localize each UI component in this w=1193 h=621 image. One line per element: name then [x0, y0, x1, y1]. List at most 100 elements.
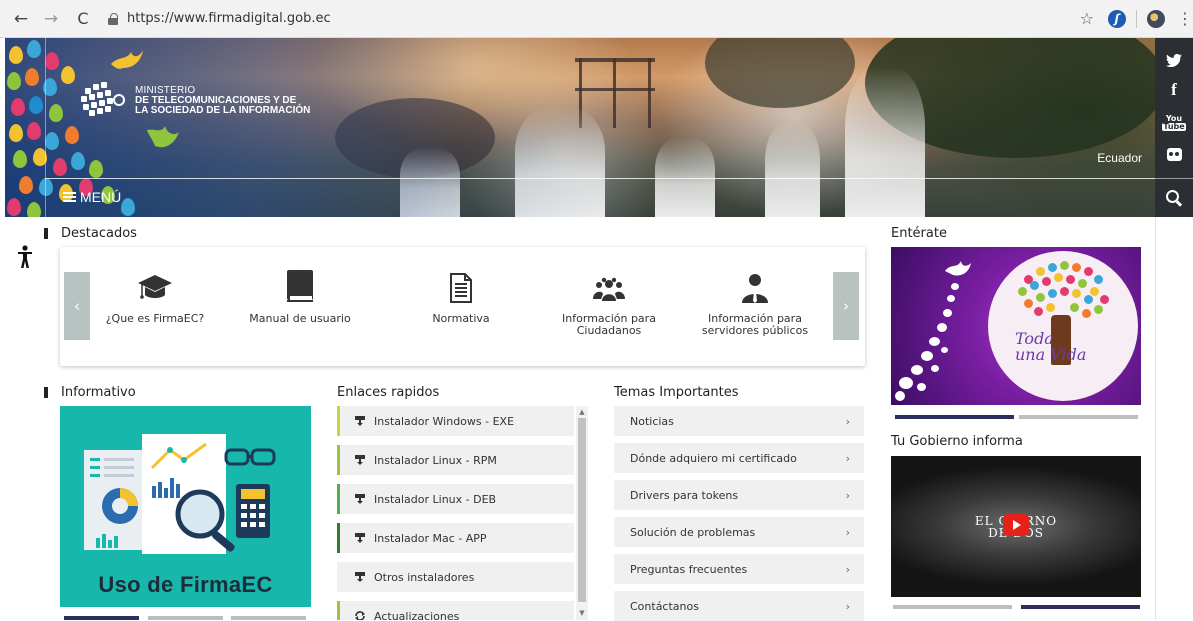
- temas-heading: Temas Importantes: [614, 385, 738, 400]
- chevron-right-icon: ›: [845, 488, 850, 502]
- topic-solucion-problemas[interactable]: Solución de problemas ›: [614, 517, 864, 547]
- link-instalador-linux-rpm[interactable]: Instalador Linux - RPM: [337, 445, 574, 475]
- chevron-right-icon: ›: [845, 562, 850, 576]
- scroll-thumb[interactable]: [578, 418, 586, 602]
- twitter-button[interactable]: [1155, 45, 1193, 75]
- enterate-title: Entérate: [891, 226, 947, 241]
- destacados-heading: Destacados: [44, 226, 137, 241]
- scroll-up-icon[interactable]: ▲: [576, 407, 588, 417]
- link-instalador-linux-deb[interactable]: Instalador Linux - DEB: [337, 484, 574, 514]
- download-icon: [355, 533, 365, 543]
- green-bird-icon: [147, 126, 179, 148]
- extension-icon[interactable]: ʃ: [1108, 9, 1126, 28]
- facebook-icon: f: [1171, 80, 1177, 99]
- flickr-icon: [1166, 147, 1182, 161]
- destacado-label: Información para servidores públicos: [701, 312, 809, 337]
- chevron-right-icon: ›: [845, 525, 850, 539]
- download-icon: [355, 416, 365, 426]
- book-icon: [287, 270, 313, 302]
- flickr-button[interactable]: [1155, 139, 1193, 169]
- topic-label: Contáctanos: [630, 599, 699, 613]
- hero-divider-horizontal: [45, 178, 1155, 179]
- topic-label: Preguntas frecuentes: [630, 562, 748, 576]
- topic-noticias[interactable]: Noticias ›: [614, 406, 864, 436]
- search-button[interactable]: [1155, 183, 1193, 213]
- link-instalador-mac[interactable]: Instalador Mac - APP: [337, 523, 574, 553]
- youtube-button[interactable]: You Tube: [1155, 108, 1193, 138]
- arrow-left-icon: ←: [13, 8, 29, 29]
- infographic-illustration: [84, 434, 276, 554]
- download-icon: [355, 572, 365, 582]
- toda-una-vida-text: Toda una Vida: [1015, 329, 1087, 364]
- enterate-heading: Entérate: [891, 226, 947, 241]
- ministry-logo[interactable]: MINISTERIO DE TELECOMUNICACIONES Y DE LA…: [79, 80, 310, 122]
- link-actualizaciones[interactable]: Actualizaciones: [337, 601, 574, 620]
- hamburger-icon: [63, 192, 76, 202]
- gobierno-video[interactable]: EL GO RNO DE DOS: [891, 456, 1141, 597]
- country-label: Ecuador: [1097, 151, 1142, 165]
- chevron-left-icon: ‹: [74, 297, 80, 315]
- chevron-right-icon: ›: [845, 451, 850, 465]
- address-bar[interactable]: https://www.firmadigital.gob.ec: [108, 5, 1080, 33]
- logo-line-3: LA SOCIEDAD DE LA INFORMACIÓN: [135, 105, 311, 116]
- destacado-info-ciudadanos[interactable]: Información para Ciudadanos: [544, 269, 674, 337]
- facebook-button[interactable]: f: [1155, 75, 1193, 105]
- carousel-next-button[interactable]: ›: [833, 272, 859, 340]
- carousel-prev-button[interactable]: ‹: [64, 272, 90, 340]
- search-icon: [1166, 190, 1182, 206]
- lock-icon: [108, 12, 118, 25]
- scroll-down-icon[interactable]: ▼: [576, 608, 588, 618]
- gobierno-heading: Tu Gobierno informa: [891, 434, 1023, 449]
- gobierno-indicator-1[interactable]: [893, 605, 1012, 609]
- link-otros-instaladores[interactable]: Otros instaladores: [337, 562, 574, 592]
- informativo-slide-indicator-3[interactable]: [231, 616, 306, 620]
- link-instalador-windows[interactable]: Instalador Windows - EXE: [337, 406, 574, 436]
- destacado-label: Información para Ciudadanos: [562, 312, 656, 337]
- link-label: Instalador Mac - APP: [374, 531, 487, 545]
- bookmark-star-icon[interactable]: ☆: [1080, 9, 1094, 28]
- destacado-label: Normativa: [432, 312, 490, 325]
- url-text: https://www.firmadigital.gob.ec: [127, 11, 331, 26]
- back-button[interactable]: ←: [8, 6, 34, 32]
- white-bird-icon: [945, 261, 971, 276]
- enterate-indicator-2[interactable]: [1019, 415, 1138, 419]
- temas-title: Temas Importantes: [614, 385, 739, 400]
- download-icon: [355, 494, 365, 504]
- toolbar-divider: [1136, 9, 1137, 28]
- users-icon: [593, 277, 625, 301]
- forward-button[interactable]: →: [38, 6, 64, 32]
- gobierno-indicator-2[interactable]: [1021, 605, 1140, 609]
- menu-button[interactable]: MENÚ: [63, 189, 121, 205]
- destacado-info-servidores[interactable]: Información para servidores públicos: [690, 269, 820, 337]
- accessibility-icon[interactable]: [17, 245, 33, 269]
- topic-contactanos[interactable]: Contáctanos ›: [614, 591, 864, 621]
- destacados-title: Destacados: [61, 226, 137, 241]
- social-divider: [1155, 178, 1193, 179]
- enlaces-title: Enlaces rapidos: [337, 385, 440, 400]
- user-tie-icon: [742, 274, 768, 303]
- enterate-indicator-1[interactable]: [895, 415, 1014, 419]
- informativo-slide-indicator-1[interactable]: [64, 616, 139, 620]
- link-label: Actualizaciones: [374, 609, 460, 621]
- enlaces-scrollbar[interactable]: ▲ ▼: [576, 406, 588, 620]
- destacado-que-es-firmaec[interactable]: ¿Que es FirmaEC?: [90, 269, 220, 325]
- informativo-caption: Uso de FirmaEC: [98, 572, 273, 597]
- play-icon[interactable]: [1003, 514, 1029, 536]
- toda-una-vida-logo: [988, 251, 1138, 401]
- topic-label: Noticias: [630, 414, 674, 428]
- topic-drivers-tokens[interactable]: Drivers para tokens ›: [614, 480, 864, 510]
- enlaces-heading: Enlaces rapidos: [337, 385, 439, 400]
- informativo-slide-indicator-2[interactable]: [148, 616, 223, 620]
- document-icon: [450, 273, 472, 303]
- browser-menu-icon[interactable]: ⋮: [1177, 9, 1193, 28]
- reload-button[interactable]: C: [70, 6, 96, 32]
- informativo-image[interactable]: Uso de FirmaEC: [60, 406, 311, 607]
- destacado-manual-usuario[interactable]: Manual de usuario: [235, 269, 365, 325]
- social-bar: f You Tube: [1155, 38, 1193, 217]
- profile-avatar-icon[interactable]: [1147, 9, 1165, 28]
- topic-preguntas-frecuentes[interactable]: Preguntas frecuentes ›: [614, 554, 864, 584]
- hero-banner: MINISTERIO DE TELECOMUNICACIONES Y DE LA…: [5, 38, 1155, 217]
- destacado-normativa[interactable]: Normativa: [396, 269, 526, 325]
- topic-donde-adquiero-certificado[interactable]: Dónde adquiero mi certificado ›: [614, 443, 864, 473]
- enterate-banner[interactable]: Toda una Vida: [891, 247, 1141, 405]
